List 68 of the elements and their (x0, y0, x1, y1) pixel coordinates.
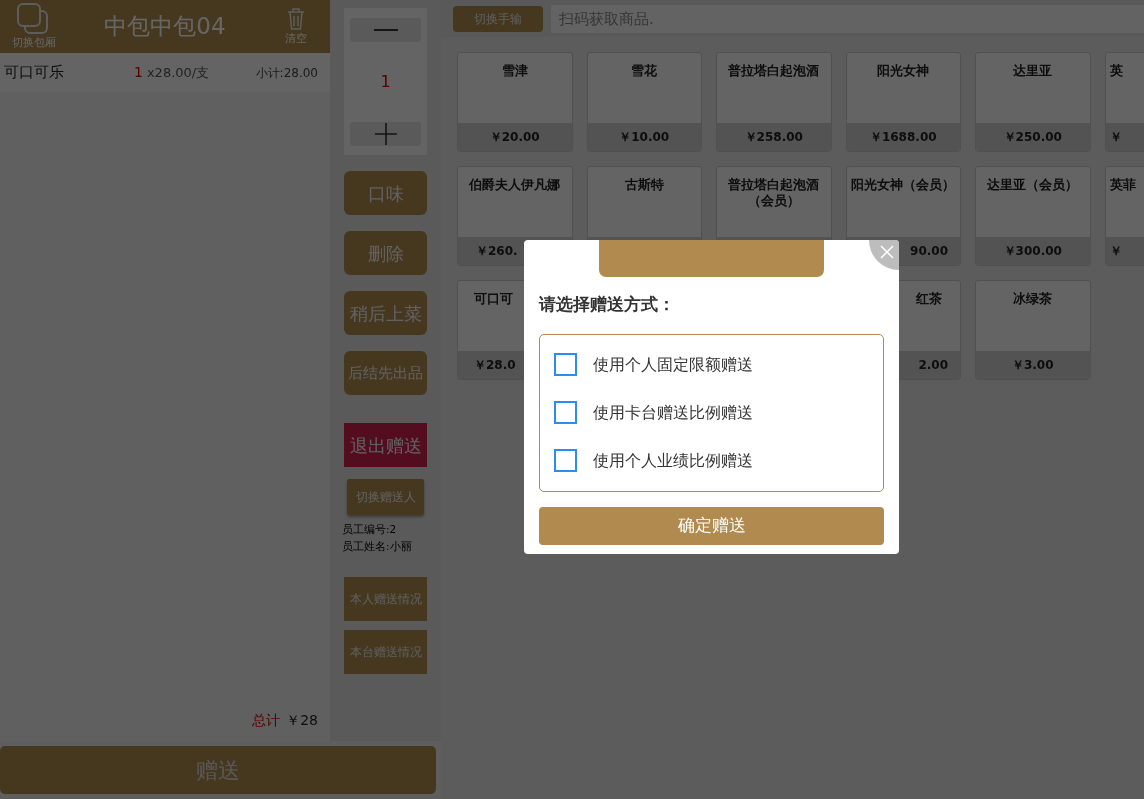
product-name: 达里亚 (1013, 63, 1053, 78)
action-button[interactable]: 删除 (344, 231, 427, 275)
plus-icon (374, 123, 397, 145)
product-price: ￥ (1109, 129, 1122, 146)
checkbox[interactable] (554, 401, 577, 424)
product-price: ￥10.00 (619, 129, 670, 146)
option-label[interactable]: 使用个人业绩比例赠送 (593, 448, 753, 473)
product-price: ￥3.00 (1011, 357, 1054, 374)
staff-info: 员工编号:2 (342, 522, 398, 537)
trash-icon[interactable] (287, 6, 305, 31)
checkbox[interactable] (554, 449, 577, 472)
product-card[interactable]: 冰绿茶 ￥3.00 (975, 280, 1091, 380)
product-name: 红茶 (916, 291, 942, 306)
item-quantity: 1 (134, 63, 143, 82)
product-price: ￥250.00 (1003, 129, 1062, 146)
product-card[interactable]: 达里亚（会员） ￥300.00 (975, 166, 1091, 266)
product-price: 2.00 (918, 357, 948, 374)
confirm-button[interactable]: 确定赠送 (539, 506, 884, 545)
action-button[interactable]: 口味 (344, 171, 427, 215)
product-card[interactable]: 英 ￥ (1104, 52, 1144, 152)
close-button[interactable] (869, 240, 899, 270)
product-name: 阳光女神 (877, 63, 930, 78)
product-name: 可口可 (474, 291, 513, 306)
product-card[interactable]: 英菲 ￥ (1104, 166, 1144, 266)
product-card[interactable]: 阳光女神 ￥1688.00 (845, 52, 961, 152)
order-row[interactable]: 可口可乐 1 x28.00/支 小计:28.00 (0, 53, 330, 92)
product-price: 90.00 (910, 243, 948, 260)
decrease-button[interactable] (350, 18, 421, 42)
product-name: 英菲 (1109, 177, 1136, 192)
close-icon (879, 244, 895, 260)
product-name: 冰绿茶 (1013, 291, 1053, 306)
product-name: 雪花 (631, 63, 658, 78)
exit-gift-button[interactable]: 退出赠送 (344, 423, 427, 467)
product-card[interactable]: 雪花 ￥10.00 (586, 52, 702, 152)
product-price: ￥28.0 (474, 357, 516, 374)
total-amount: ￥28 (286, 711, 318, 730)
product-name: 雪津 (501, 63, 528, 78)
product-price: ￥ (1109, 243, 1122, 260)
quantity-value: 1 (380, 71, 391, 93)
product-price: ￥258.00 (744, 129, 803, 146)
switch-room-icon[interactable] (17, 2, 51, 35)
staff-info: 员工姓名:小丽 (342, 539, 412, 554)
minus-icon (373, 29, 398, 31)
product-price: ￥300.00 (1003, 243, 1062, 260)
product-card[interactable]: 达里亚 ￥250.00 (975, 52, 1091, 152)
product-price: ￥260. (476, 243, 518, 260)
product-name: 伯爵夫人伊凡娜 (469, 177, 561, 192)
item-name: 可口可乐 (4, 62, 65, 84)
product-card[interactable]: 普拉塔白起泡酒 ￥258.00 (716, 52, 832, 152)
product-name: 普拉塔白起泡酒（会员） (728, 177, 820, 208)
product-name: 阳光女神（会员） (851, 177, 956, 192)
total-label: 总计 (252, 711, 281, 730)
product-name: 古斯特 (624, 177, 664, 192)
product-name: 英 (1109, 63, 1123, 78)
product-price: ￥20.00 (489, 129, 540, 146)
product-price: ￥1688.00 (869, 129, 937, 146)
action-button[interactable]: 稍后上菜 (344, 291, 427, 335)
room-title: 中包中包04 (103, 12, 227, 42)
product-card[interactable]: 雪津 ￥20.00 (457, 52, 573, 152)
option-label[interactable]: 使用个人固定限额赠送 (593, 352, 753, 377)
product-name: 普拉塔白起泡酒 (728, 63, 820, 78)
item-subtotal: 小计:28.00 (255, 64, 318, 82)
item-unit-price: x28.00/支 (146, 63, 211, 82)
option-label[interactable]: 使用卡台赠送比例赠送 (593, 400, 753, 425)
increase-button[interactable] (350, 122, 421, 146)
checkbox[interactable] (554, 353, 577, 376)
product-name: 达里亚（会员） (987, 177, 1079, 192)
switch-room-label[interactable]: 切换包厢 (12, 34, 56, 51)
